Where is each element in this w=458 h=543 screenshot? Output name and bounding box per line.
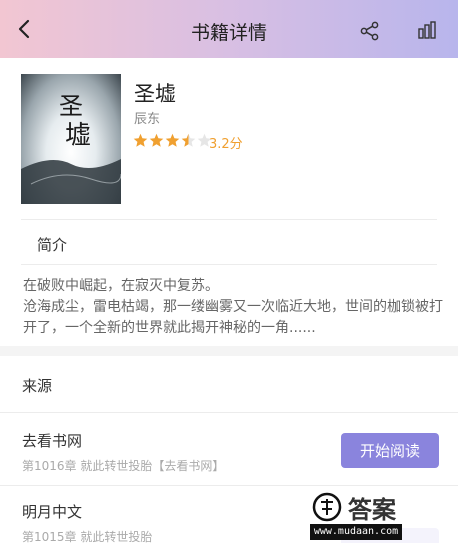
watermark-logo-icon (312, 492, 342, 522)
divider (21, 264, 437, 265)
star-icon (181, 133, 196, 147)
share-icon[interactable] (360, 21, 380, 41)
source-chapter: 第1016章 就此转世投胎【去看书网】 (22, 459, 225, 473)
summary-line: 在破败中崛起，在寂灭中复苏。 (23, 278, 219, 294)
source-name[interactable]: 明月中文 (22, 501, 82, 522)
bar-chart-icon[interactable] (417, 20, 437, 40)
section-separator (0, 346, 458, 356)
star-icon (133, 133, 148, 147)
source-chapter: 第1015章 就此转世投胎 (22, 530, 153, 543)
book-cover-art: 圣 墟 (21, 92, 121, 204)
book-title: 圣墟 (134, 82, 176, 106)
watermark: 答案 www.mudaan.com (308, 488, 458, 543)
intro-label: 简介 (37, 236, 68, 254)
divider (0, 485, 458, 486)
star-icon (149, 133, 164, 147)
star-icon (165, 133, 180, 147)
cover-title-char-1: 圣 (59, 92, 83, 120)
source-label: 来源 (22, 377, 53, 395)
watermark-url: www.mudaan.com (310, 524, 402, 540)
divider (0, 412, 458, 413)
chevron-left-icon[interactable] (14, 18, 36, 40)
book-summary[interactable]: 在破败中崛起，在寂灭中复苏。 沧海成尘，雷电枯竭，那一缕幽雾又一次临近大地，世间… (23, 276, 443, 339)
summary-line: 沧海成尘，雷电枯竭，那一缕幽雾又一次临近大地，世间的枷锁被打开了，一个全新的世界… (23, 299, 443, 336)
rating-score: 3.2分 (209, 137, 243, 152)
page-title: 书籍详情 (190, 22, 267, 44)
rating-stars (133, 133, 212, 148)
source-name[interactable]: 去看书网 (22, 430, 82, 451)
book-cover[interactable]: 圣 墟 (21, 74, 121, 204)
top-bar: 书籍详情 (0, 0, 458, 58)
start-reading-button[interactable]: 开始阅读 (341, 433, 439, 468)
cover-title-char-2: 墟 (65, 121, 91, 151)
book-author[interactable]: 辰东 (134, 108, 160, 127)
watermark-text: 答案 (348, 496, 396, 524)
divider (21, 219, 437, 220)
